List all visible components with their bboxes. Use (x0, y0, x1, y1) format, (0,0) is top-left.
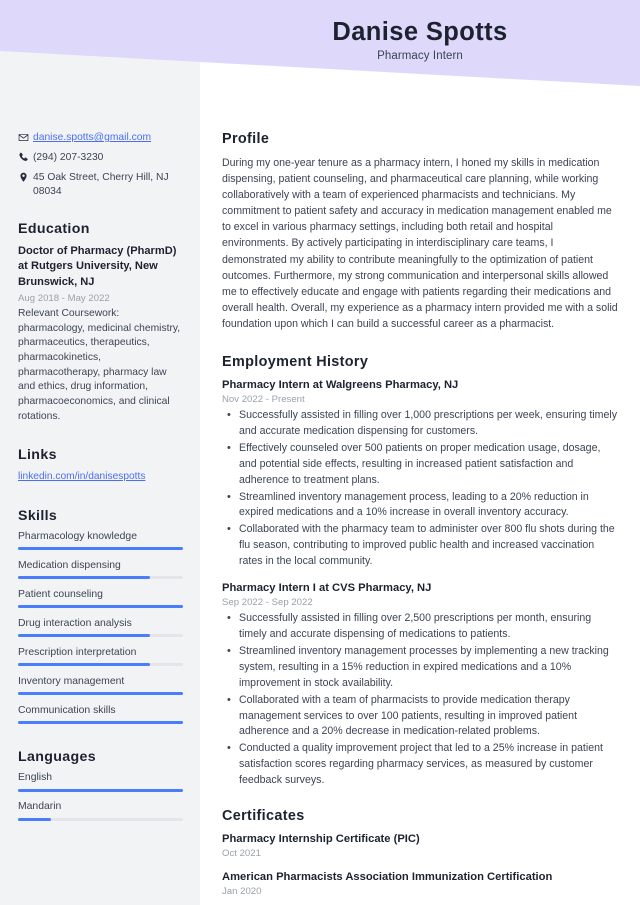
skill-item-label: Medication dispensing (18, 559, 121, 571)
link-item[interactable]: linkedin.com/in/danisespotts (18, 470, 183, 484)
job-bullet: Successfully assisted in filling over 2,… (222, 610, 618, 643)
profile-section: Profile During my one-year tenure as a p… (222, 131, 618, 332)
language-item-track (18, 788, 183, 792)
skill-item-fill (18, 721, 183, 725)
employment-section: Employment History Pharmacy Intern at Wa… (222, 354, 618, 789)
profile-text: During my one-year tenure as a pharmacy … (222, 157, 618, 330)
skill-item-label: Prescription interpretation (18, 646, 137, 658)
language-item-track (18, 817, 183, 821)
linkedin-link[interactable]: linkedin.com/in/danisespotts (18, 471, 145, 482)
skills-heading: Skills (18, 507, 58, 524)
contact-row: 45 Oak Street, Cherry Hill, NJ 08034 (18, 171, 183, 199)
skill-item: Drug interaction analysis (18, 617, 183, 638)
skill-item: Communication skills (18, 704, 183, 725)
employment-heading: Employment History (222, 354, 369, 371)
languages-list: English Mandarin (18, 772, 183, 821)
skills-section: Skills Pharmacology knowledge Medication … (18, 507, 183, 725)
skill-item: Patient counseling (18, 588, 183, 609)
skill-item-track (18, 692, 183, 696)
language-item-fill (18, 788, 183, 792)
languages-heading: Languages (18, 749, 97, 766)
profile-heading: Profile (222, 131, 270, 147)
contact-list: danise.spotts@gmail.com (294) 207-3230 45 … (18, 131, 183, 199)
contact-value: (294) 207-3230 (33, 151, 104, 163)
education-degree: Doctor of Pharmacy (PharmD) at Rutgers U… (18, 244, 177, 289)
education-date: Aug 2018 - May 2022 (18, 292, 110, 304)
skill-item-label: Drug interaction analysis (18, 617, 132, 629)
certificate-title: American Pharmacists Association Immuniz… (222, 871, 553, 884)
resume-page: Danise Spotts Pharmacy Intern danise.spo… (0, 0, 640, 905)
skill-item-label: Pharmacology knowledge (18, 530, 137, 542)
certificates-heading: Certificates (222, 807, 305, 824)
job-date: Nov 2022 - Present (222, 394, 305, 406)
skill-item: Prescription interpretation (18, 646, 183, 667)
language-item: Mandarin (18, 801, 183, 821)
jobs-list: Pharmacy Intern at Walgreens Pharmacy, N… (222, 378, 618, 789)
skill-item: Inventory management (18, 675, 183, 696)
skill-item-track (18, 605, 183, 609)
certificate-date: Jan 2020 (222, 886, 262, 898)
envelope-icon (18, 131, 33, 143)
job-bullet: Streamlined inventory management process… (222, 489, 618, 522)
skill-item-fill (18, 605, 183, 609)
phone-icon (18, 151, 33, 163)
job-bullet: Streamlined inventory management process… (222, 643, 618, 692)
certificates-section: Certificates Pharmacy Internship Certifi… (222, 808, 618, 897)
certificates-list: Pharmacy Internship Certificate (PIC) Oct… (222, 832, 618, 897)
certificate-date: Oct 2021 (222, 848, 261, 860)
skill-item-label: Patient counseling (18, 588, 103, 600)
skill-item-fill (18, 547, 183, 551)
job-date: Sep 2022 - Sep 2022 (222, 597, 313, 609)
contact-value[interactable]: danise.spotts@gmail.com (33, 131, 183, 145)
skill-item-fill (18, 576, 150, 580)
skill-item-fill (18, 663, 150, 667)
job-title: Pharmacy Intern at Walgreens Pharmacy, N… (222, 379, 459, 392)
certificate-entry: American Pharmacists Association Immuniz… (222, 870, 618, 897)
sidebar-content: danise.spotts@gmail.com (294) 207-3230 45 … (0, 0, 200, 830)
skill-item: Medication dispensing (18, 559, 183, 580)
skill-item-label: Communication skills (18, 704, 116, 716)
header-identity: Danise Spotts Pharmacy Intern (200, 0, 640, 62)
skills-list: Pharmacology knowledge Medication dispens… (18, 530, 183, 725)
links-heading: Links (18, 446, 57, 463)
education-heading: Education (18, 220, 90, 237)
skill-item-label: Inventory management (18, 675, 125, 687)
job-bullet: Collaborated with a team of pharmacists … (222, 692, 618, 741)
job-bullet: Effectively counseled over 500 patients … (222, 440, 618, 489)
job-bullet: Successfully assisted in filling over 1,… (222, 407, 618, 440)
email-link[interactable]: danise.spotts@gmail.com (33, 132, 151, 143)
skill-item: Pharmacology knowledge (18, 530, 183, 551)
skill-item-track (18, 721, 183, 725)
contact-value: 45 Oak Street, Cherry Hill, NJ 08034 (33, 171, 169, 197)
candidate-job-title: Pharmacy Intern (377, 50, 463, 63)
job-bullets: Successfully assisted in filling over 2,… (222, 610, 618, 789)
education-description: Relevant Coursework: pharmacology, medic… (18, 307, 181, 422)
skill-item-track (18, 547, 183, 551)
contact-row[interactable]: danise.spotts@gmail.com (18, 131, 183, 145)
education-section: Education Doctor of Pharmacy (PharmD) at… (18, 221, 183, 425)
job-bullet: Collaborated with the pharmacy team to a… (222, 521, 618, 570)
language-item: English (18, 772, 183, 792)
certificate-title: Pharmacy Internship Certificate (PIC) (222, 832, 420, 845)
job-bullets: Successfully assisted in filling over 1,… (222, 407, 618, 570)
certificate-entry: Pharmacy Internship Certificate (PIC) Oct… (222, 832, 618, 859)
job-entry: Pharmacy Intern I at CVS Pharmacy, NJ Sep… (222, 581, 618, 789)
language-item-label: Mandarin (18, 801, 62, 813)
job-entry: Pharmacy Intern at Walgreens Pharmacy, N… (222, 378, 618, 570)
job-title: Pharmacy Intern I at CVS Pharmacy, NJ (222, 582, 432, 595)
skill-item-fill (18, 634, 150, 638)
job-bullet: Conducted a quality improvement project … (222, 740, 618, 789)
languages-section: Languages English Mandarin (18, 749, 183, 821)
main-content: Profile During my one-year tenure as a p… (200, 0, 640, 905)
skill-item-track (18, 663, 183, 667)
skill-item-track (18, 634, 183, 638)
skill-item-track (18, 576, 183, 580)
contact-row: (294) 207-3230 (18, 151, 183, 165)
candidate-name: Danise Spotts (332, 18, 508, 46)
location-pin-icon (18, 171, 33, 183)
skill-item-fill (18, 692, 183, 696)
language-item-label: English (18, 772, 53, 784)
links-section: Links linkedin.com/in/danisespotts (18, 447, 183, 484)
language-item-fill (18, 817, 51, 821)
